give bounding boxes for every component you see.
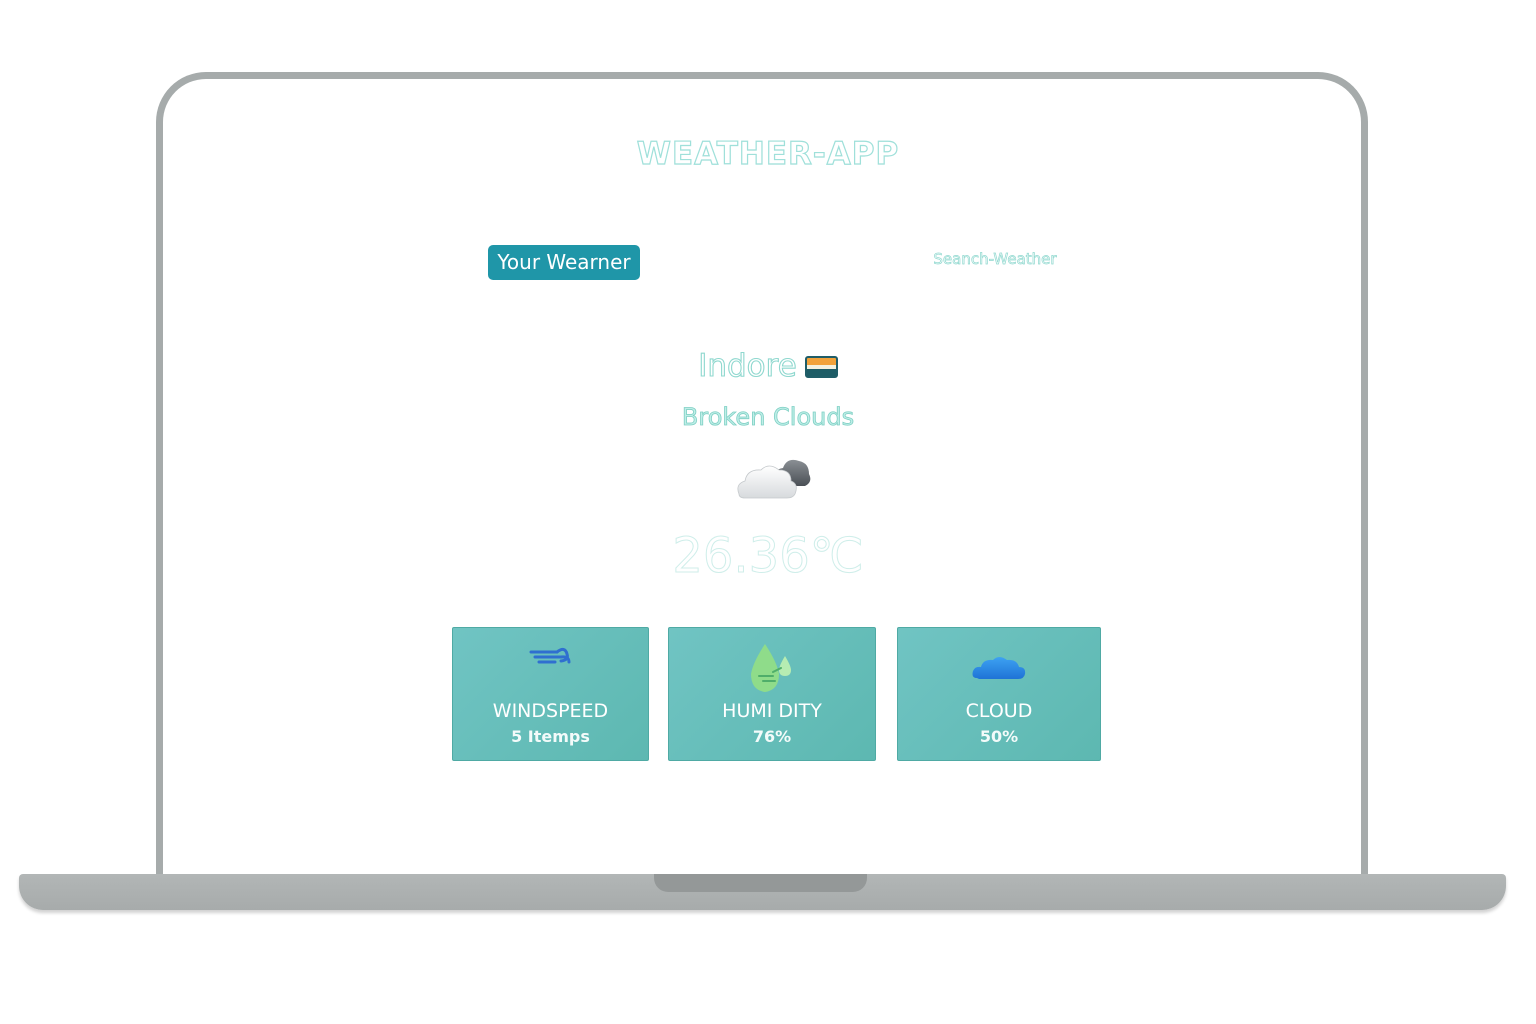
windspeed-card: WINDSPEED 5 Itemps <box>452 627 649 761</box>
city-heading: Indore <box>0 347 1536 385</box>
humidity-value: 76% <box>752 727 792 746</box>
country-flag-icon <box>804 356 838 378</box>
humidity-card: HUMI DITY 76% <box>668 627 876 761</box>
windspeed-value: 5 Itemps <box>511 727 590 746</box>
windspeed-label: WINDSPEED <box>492 700 609 722</box>
wind-icon <box>529 647 570 664</box>
humidity-label: HUMI DITY <box>722 700 822 722</box>
cloud-value: 50% <box>979 727 1019 746</box>
tab-your-weather[interactable]: Your Wearner <box>488 245 640 280</box>
cloud-icon <box>972 657 1026 679</box>
temperature-value: 26.36℃ <box>672 528 864 585</box>
weather-description: Broken Clouds <box>681 403 855 432</box>
cloud-label: CLOUD <box>965 700 1033 722</box>
broken-clouds-icon <box>737 459 811 499</box>
cloud-card: CLOUD 50% <box>897 627 1101 761</box>
tab-search-weather[interactable]: Seanch-Weather <box>914 250 1076 269</box>
app-title: WEATHER-APP <box>636 135 900 172</box>
laptop-mockup: WEATHER-APP Your Wearner Seanch-Weather … <box>0 0 1536 1024</box>
city-name: Indore <box>698 347 798 384</box>
laptop-notch <box>654 874 867 892</box>
humidity-drop-icon <box>751 644 791 692</box>
